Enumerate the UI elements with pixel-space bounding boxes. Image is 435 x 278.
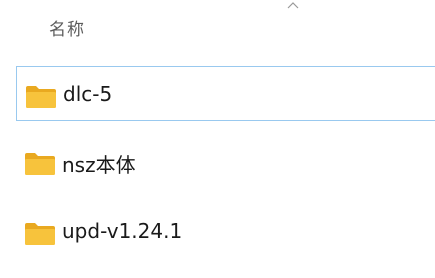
column-header-name[interactable]: 名称 [49,15,85,40]
folder-name: dlc-5 [63,82,113,106]
chevron-up-icon[interactable] [285,0,301,10]
list-item-nsz[interactable]: nsz本体 [16,134,435,189]
folder-icon [25,223,55,245]
list-item-dlc-5[interactable]: dlc-5 [16,66,435,121]
list-item-upd[interactable]: upd-v1.24.1 [16,204,435,259]
folder-icon [26,86,56,108]
column-header: 名称 [0,0,435,48]
folder-icon [25,153,55,175]
folder-name: upd-v1.24.1 [62,219,183,243]
folder-name: nsz本体 [62,153,136,177]
